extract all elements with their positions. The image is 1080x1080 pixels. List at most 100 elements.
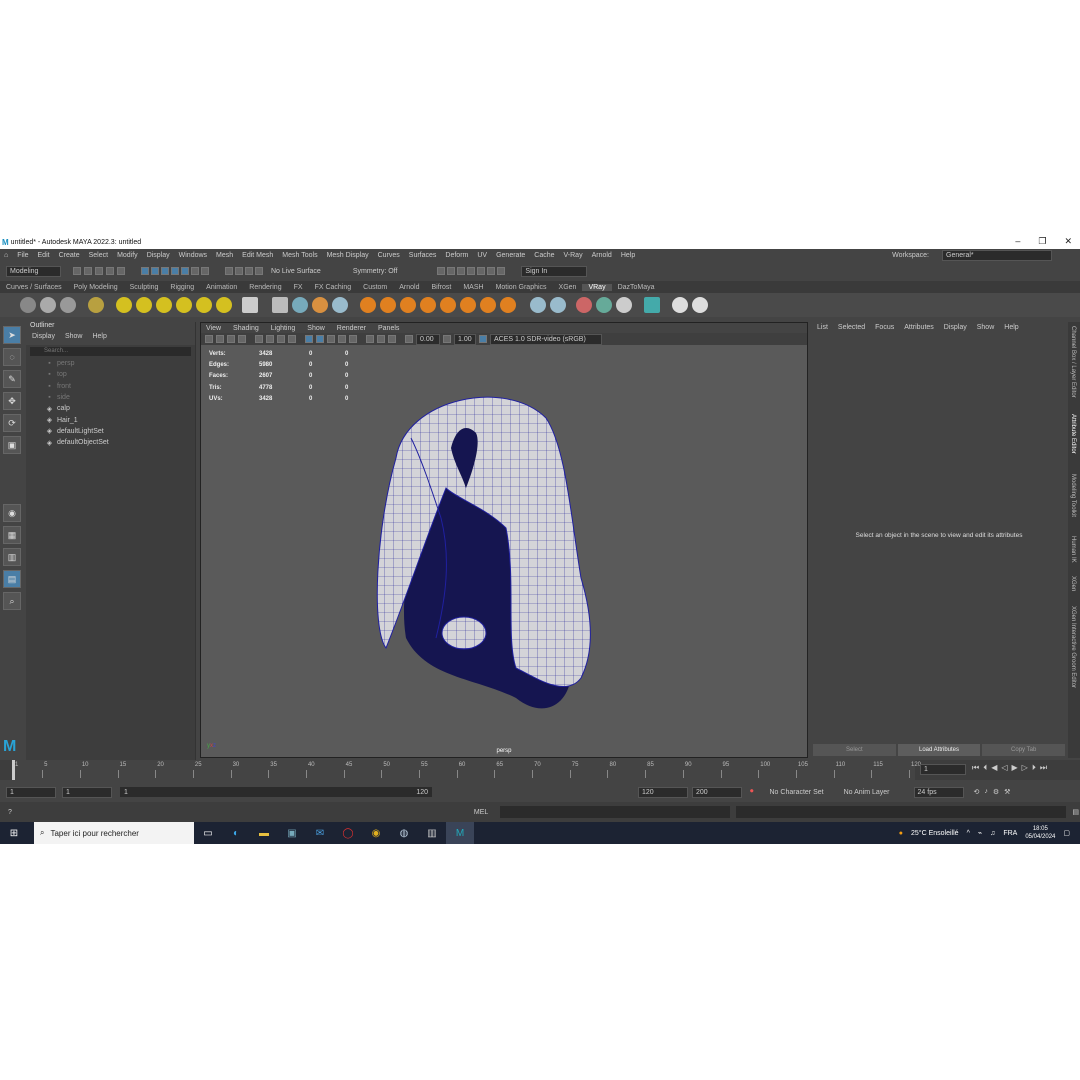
color-space-select[interactable]: ACES 1.0 SDR-video (sRGB) bbox=[490, 333, 602, 345]
color-management-icon[interactable] bbox=[479, 335, 487, 343]
menu-curves[interactable]: Curves bbox=[378, 252, 400, 259]
menu-edit[interactable]: Edit bbox=[38, 252, 50, 259]
maya-taskbar-icon[interactable]: M bbox=[446, 822, 474, 844]
play-back-icon[interactable]: ◁ bbox=[1001, 763, 1007, 773]
command-language[interactable]: MEL bbox=[474, 809, 488, 816]
shelf-tab-bifrost[interactable]: Bifrost bbox=[426, 284, 458, 291]
language-indicator[interactable]: FRA bbox=[1003, 830, 1017, 837]
shelf-tab-vray[interactable]: VRay bbox=[582, 283, 612, 291]
fur-icon[interactable] bbox=[312, 297, 328, 313]
gamma-field[interactable]: 1.00 bbox=[454, 333, 476, 345]
play-forward-icon[interactable]: ▶ bbox=[1012, 763, 1018, 773]
paint-select-icon[interactable]: ✎ bbox=[3, 370, 21, 388]
menu-mesh-display[interactable]: Mesh Display bbox=[327, 252, 369, 259]
magnet-icon[interactable] bbox=[225, 267, 233, 275]
menu-mesh[interactable]: Mesh bbox=[216, 252, 233, 259]
new-scene-icon[interactable] bbox=[73, 267, 81, 275]
viewport-menu-show[interactable]: Show bbox=[307, 325, 325, 332]
fps-select[interactable]: 24 fps bbox=[913, 786, 964, 798]
auto-key-icon[interactable]: ⏺ bbox=[750, 788, 754, 796]
palette-icon[interactable] bbox=[616, 297, 632, 313]
snap-point-icon[interactable] bbox=[181, 267, 189, 275]
shelf-tab-daztomaya[interactable]: DazToMaya bbox=[612, 284, 661, 291]
outliner-layout-icon[interactable]: ▤ bbox=[3, 570, 21, 588]
menu-help[interactable]: Help bbox=[621, 252, 635, 259]
xray-joints-icon[interactable] bbox=[388, 335, 396, 343]
shelf-tab-motion-graphics[interactable]: Motion Graphics bbox=[490, 284, 553, 291]
current-frame-field[interactable]: 1 bbox=[920, 764, 966, 775]
vray-render-icon[interactable] bbox=[487, 267, 496, 275]
shelf-tab-mash[interactable]: MASH bbox=[457, 284, 489, 291]
attr-menu-display[interactable]: Display bbox=[944, 324, 967, 331]
shelf-tab-xgen[interactable]: XGen bbox=[553, 284, 583, 291]
pause-icon[interactable] bbox=[497, 267, 506, 275]
copy-tab-button[interactable]: Copy Tab bbox=[982, 744, 1066, 756]
gamma-icon[interactable] bbox=[443, 335, 451, 343]
playback-start-field[interactable]: 1 bbox=[62, 786, 112, 798]
vfb-icon[interactable] bbox=[60, 297, 76, 313]
outliner-item[interactable]: ◈ calp bbox=[26, 403, 195, 414]
chrome-icon[interactable]: ◉ bbox=[362, 822, 390, 844]
go-end-icon[interactable]: ⏭ bbox=[1040, 763, 1047, 773]
viewport-menu-shading[interactable]: Shading bbox=[233, 325, 259, 332]
image-plane-icon[interactable] bbox=[238, 335, 246, 343]
step-forward-key-icon[interactable]: ⏵ bbox=[1032, 763, 1036, 773]
outliner-item[interactable]: ◈ Hair_1 bbox=[26, 414, 195, 425]
shelf-tab-arnold[interactable]: Arnold bbox=[393, 284, 425, 291]
menu-display[interactable]: Display bbox=[147, 252, 170, 259]
explorer-icon[interactable]: ▬ bbox=[250, 822, 278, 844]
shelf-tab-animation[interactable]: Animation bbox=[200, 284, 243, 291]
load-attributes-button[interactable]: Load Attributes bbox=[897, 744, 981, 756]
viewport-menu-lighting[interactable]: Lighting bbox=[271, 325, 296, 332]
menu-generate[interactable]: Generate bbox=[496, 252, 525, 259]
go-start-icon[interactable]: ⏮ bbox=[972, 763, 979, 773]
render-frame-icon[interactable] bbox=[437, 267, 446, 275]
mode-select[interactable]: Modeling bbox=[6, 265, 61, 277]
character-set-select[interactable]: No Character Set bbox=[770, 789, 824, 796]
weather-text[interactable]: 25°C Ensoleillé bbox=[911, 830, 959, 837]
vantage-icon[interactable] bbox=[672, 297, 688, 313]
app-icon[interactable]: ▥ bbox=[418, 822, 446, 844]
attr-menu-focus[interactable]: Focus bbox=[875, 324, 894, 331]
menu-v-ray[interactable]: V-Ray bbox=[564, 252, 583, 259]
color-icon[interactable] bbox=[596, 297, 612, 313]
live-surface-field[interactable]: No Live Surface bbox=[271, 268, 321, 275]
step-forward-icon[interactable]: ▷ bbox=[1022, 763, 1028, 773]
save-scene-icon[interactable] bbox=[95, 267, 103, 275]
shelf-tab-fx[interactable]: FX bbox=[288, 284, 309, 291]
hair-material-icon[interactable] bbox=[400, 297, 416, 313]
anim-prefs-icon[interactable]: ⚒ bbox=[1004, 788, 1010, 796]
select-mode-icon[interactable] bbox=[141, 267, 149, 275]
rect-light-icon[interactable] bbox=[136, 297, 152, 313]
frame-buffer-icon[interactable] bbox=[88, 297, 104, 313]
outliner-item[interactable]: ▪ side bbox=[26, 392, 195, 403]
anim-layer-select[interactable]: No Anim Layer bbox=[844, 789, 890, 796]
vrmesh-icon[interactable] bbox=[460, 297, 476, 313]
attr-menu-help[interactable]: Help bbox=[1004, 324, 1018, 331]
ipr-icon[interactable] bbox=[40, 297, 56, 313]
home-icon[interactable]: ⌂ bbox=[4, 252, 8, 259]
range-bar[interactable]: 1 120 bbox=[120, 787, 432, 797]
windows-start-icon[interactable]: ⊞ bbox=[0, 822, 28, 844]
taskbar-search-input[interactable]: ⌕ Taper ici pour rechercher bbox=[34, 822, 194, 844]
tray-chevron-icon[interactable]: ^ bbox=[967, 830, 970, 837]
snap-grid-icon[interactable] bbox=[161, 267, 169, 275]
outliner-menu-display[interactable]: Display bbox=[32, 333, 55, 345]
edge-icon[interactable]: ◐ bbox=[222, 822, 250, 844]
ipr-render-icon[interactable] bbox=[447, 267, 456, 275]
history-icon[interactable] bbox=[255, 267, 263, 275]
minimize-icon[interactable]: – bbox=[1015, 236, 1020, 247]
snap-curve-icon[interactable] bbox=[171, 267, 179, 275]
menu-modify[interactable]: Modify bbox=[117, 252, 138, 259]
close-icon[interactable]: ✕ bbox=[1064, 236, 1072, 247]
xray-icon[interactable] bbox=[377, 335, 385, 343]
time-slider[interactable]: 1 5 10 15 20 25 30 35 40 45 50 55 60 65 70 75 80 85 90 95 10… bbox=[0, 760, 1080, 780]
end-time-field[interactable]: 200 bbox=[692, 786, 742, 798]
steam-icon[interactable]: ◍ bbox=[390, 822, 418, 844]
sphere-light-icon[interactable] bbox=[156, 297, 172, 313]
tab-channel-box[interactable]: Channel Box / Layer Editor bbox=[1070, 326, 1076, 398]
chaos-cloud-icon[interactable] bbox=[644, 297, 660, 313]
tab-attribute-editor[interactable]: Attribute Editor bbox=[1070, 414, 1076, 454]
outliner-item[interactable]: ◈ defaultLightSet bbox=[26, 426, 195, 437]
render-view-icon[interactable] bbox=[477, 267, 486, 275]
